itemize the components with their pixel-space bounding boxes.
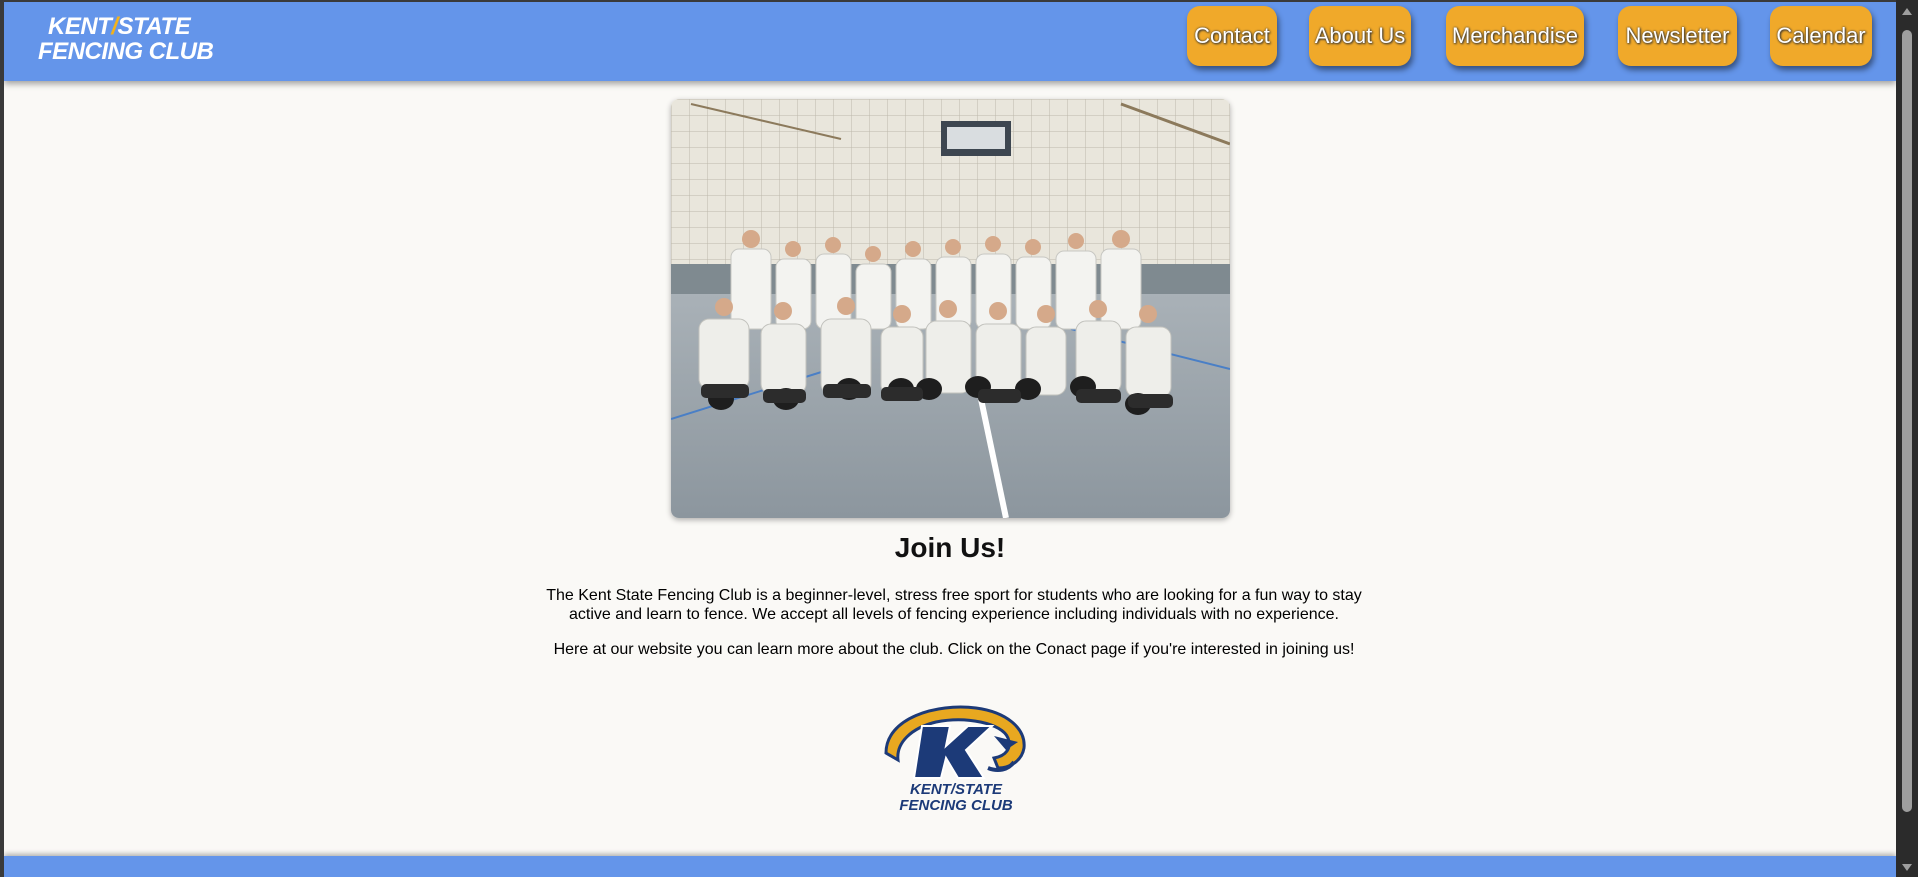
golden-flash-emblem-icon [884, 705, 1026, 779]
nav-about-us-button[interactable]: About Us [1309, 6, 1411, 66]
nav-newsletter-button[interactable]: Newsletter [1618, 6, 1737, 66]
vertical-scrollbar[interactable] [1896, 0, 1918, 877]
join-us-heading: Join Us! [894, 532, 1006, 563]
intro-text: The Kent State Fencing Club is a beginne… [544, 586, 1364, 675]
intro-paragraph-1: The Kent State Fencing Club is a beginne… [546, 587, 1362, 623]
nav-calendar-button[interactable]: Calendar [1770, 6, 1872, 66]
intro-paragraph-2: Here at our website you can learn more a… [553, 641, 1355, 658]
scroll-thumb[interactable] [1902, 30, 1912, 812]
logo-kent-state-text: KENT/STATE [910, 781, 1002, 798]
team-photo-illustration [671, 99, 1230, 518]
page-viewport: KENT/STATE FENCING CLUB Contact About Us… [4, 2, 1896, 877]
main-nav: Contact About Us Merchandise Newsletter … [4, 6, 1896, 66]
scroll-down-arrow-icon[interactable] [1902, 864, 1912, 871]
team-photo [671, 99, 1230, 518]
nav-merchandise-button[interactable]: Merchandise [1446, 6, 1584, 66]
footer-bar [4, 856, 1896, 877]
scroll-up-arrow-icon[interactable] [1902, 8, 1912, 15]
fencing-club-logo: KENT/STATE FENCING CLUB [876, 698, 1036, 818]
nav-contact-button[interactable]: Contact [1187, 6, 1277, 66]
top-navigation-bar: KENT/STATE FENCING CLUB Contact About Us… [4, 2, 1896, 81]
logo-fencing-club-text: FENCING CLUB [899, 797, 1013, 814]
